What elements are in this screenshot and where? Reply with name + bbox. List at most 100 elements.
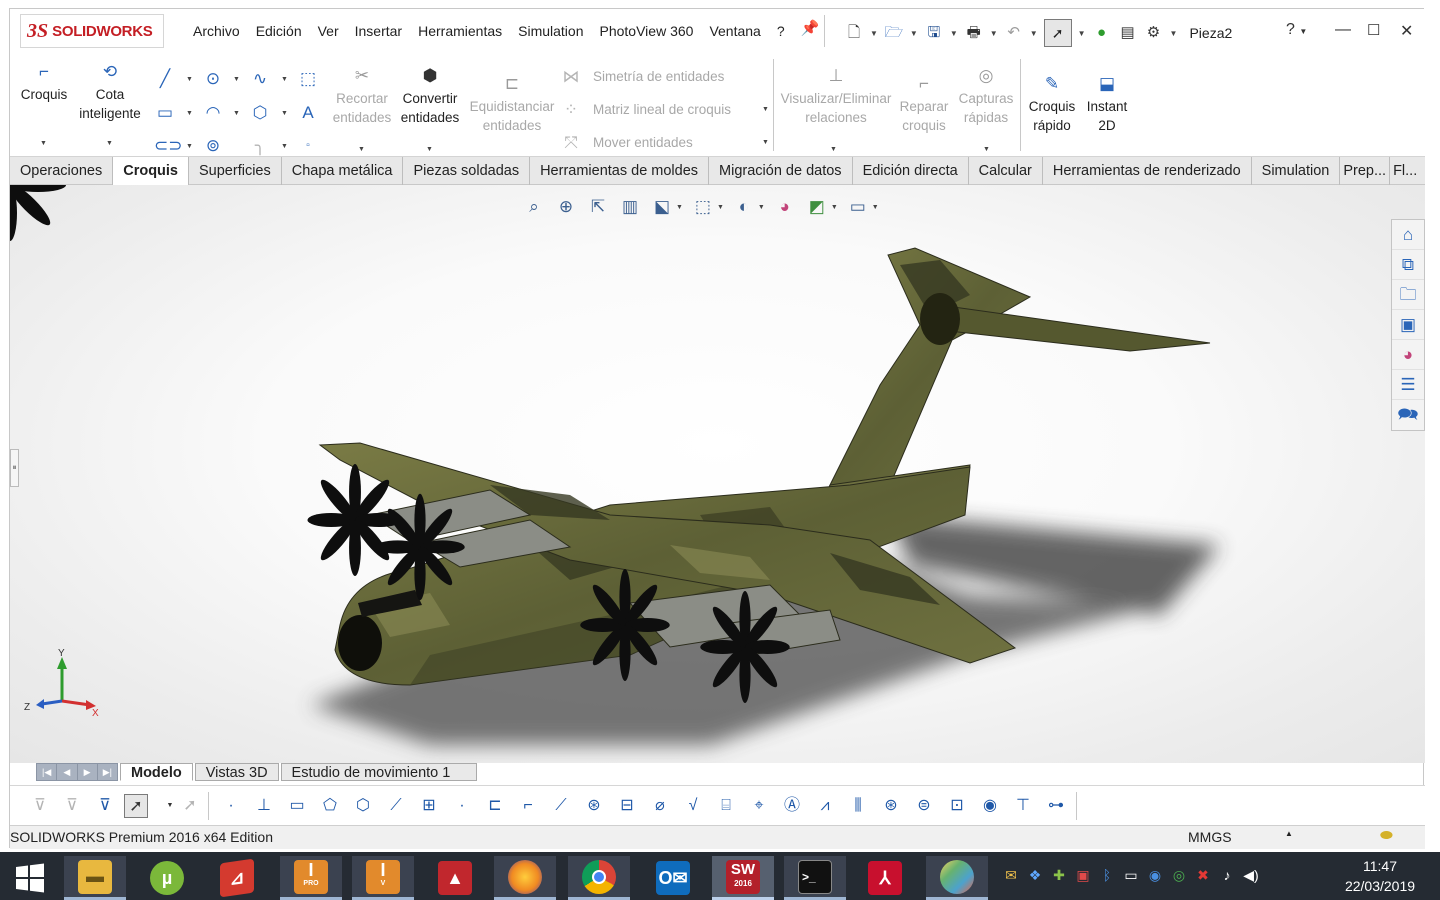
taskbar-inventor-view[interactable]: IV <box>352 856 414 900</box>
filter-datum-targets-icon[interactable]: ⩘ <box>813 794 837 818</box>
taskbar-file-explorer[interactable]: ▬ <box>64 856 126 900</box>
chevron-down-icon[interactable]: ▼ <box>758 204 765 211</box>
filter-planes-icon[interactable]: ⊞ <box>417 794 441 818</box>
filter-cosmetic-threads-icon[interactable]: ⫼ <box>846 794 870 818</box>
chevron-up-icon[interactable]: ▲ <box>1285 829 1293 838</box>
tab-piezas-soldadas[interactable]: Piezas soldadas <box>403 157 531 185</box>
graphics-area[interactable] <box>0 129 1425 763</box>
line-icon[interactable]: ╱ <box>154 68 176 90</box>
section-view-icon[interactable]: ▥ <box>618 196 642 218</box>
taskbar-solidworks[interactable]: SW 2016 <box>712 856 774 900</box>
chevron-down-icon[interactable]: ▼ <box>426 146 433 153</box>
solidworks-resource-icon[interactable]: ▣ <box>1074 866 1092 884</box>
select-arrow-icon[interactable]: ➚ <box>124 794 148 818</box>
tag-icon[interactable]: ⬬ <box>1380 827 1393 844</box>
apply-scene-icon[interactable]: ◩ <box>805 196 829 218</box>
view-orientation-icon[interactable]: ⬕ <box>650 196 674 218</box>
speaker-icon[interactable]: ◀) <box>1242 866 1260 884</box>
chevron-down-icon[interactable]: ▼ <box>358 146 365 153</box>
fillet-icon[interactable]: ╮ <box>249 135 271 157</box>
filter-datum-features-icon[interactable]: ⌖ <box>747 794 771 818</box>
menu-simulation[interactable]: Simulation <box>510 23 591 39</box>
network-icon[interactable]: ▭ <box>1122 866 1140 884</box>
arc-icon[interactable]: ◠ <box>202 102 224 124</box>
point-icon[interactable]: ▫ <box>297 135 319 157</box>
circle-icon[interactable]: ⊙ <box>202 68 224 90</box>
bluetooth-icon[interactable]: ᛒ <box>1098 866 1116 884</box>
filter-vertices-icon[interactable]: · <box>219 794 243 818</box>
minimize-button[interactable]: — <box>1335 21 1351 39</box>
chevron-down-icon[interactable]: ▼ <box>990 29 998 38</box>
chevron-down-icon[interactable]: ▼ <box>281 143 288 150</box>
filter-axes-icon[interactable]: ⟋ <box>384 794 408 818</box>
zoom-to-fit-icon[interactable]: ⌕ <box>522 196 546 218</box>
chevron-down-icon[interactable]: ▼ <box>186 110 193 117</box>
menu-photoview[interactable]: PhotoView 360 <box>592 23 702 39</box>
smart-dimension-button[interactable]: ⟲ Cota inteligente <box>74 61 146 123</box>
menu-ver[interactable]: Ver <box>310 23 347 39</box>
taskbar-chrome[interactable] <box>568 856 630 900</box>
polygon-icon[interactable]: ⬡ <box>249 102 271 124</box>
design-library-icon[interactable]: ⧉ <box>1392 250 1424 280</box>
offset-entities-button[interactable]: ⊏ Equidistanciar entidades <box>466 73 558 135</box>
filter-weld-beads-icon[interactable]: ⊶ <box>1044 794 1068 818</box>
previous-view-icon[interactable]: ⇱ <box>586 196 610 218</box>
tab-flow[interactable]: Fl... <box>1390 157 1420 185</box>
plus-icon[interactable]: ✚ <box>1050 866 1068 884</box>
spline-icon[interactable]: ∿ <box>249 68 271 90</box>
chevron-down-icon[interactable]: ▼ <box>762 139 769 146</box>
chevron-down-icon[interactable]: ▼ <box>40 140 47 147</box>
acrobat-tray-icon[interactable]: ✖ <box>1194 866 1212 884</box>
appearances-icon[interactable]: ◕ <box>1392 340 1424 370</box>
linear-pattern-button[interactable]: Matriz lineal de croquis <box>593 102 731 117</box>
forum-icon[interactable]: 🗪 <box>1392 400 1424 430</box>
filter-sketch-points-icon[interactable]: ∙ <box>450 794 474 818</box>
quick-snaps-button[interactable]: ◎ Capturas rápidas <box>956 65 1016 127</box>
filter-mid-surfaces-icon[interactable]: ⊤ <box>1011 794 1035 818</box>
rectangle-icon[interactable]: ▭ <box>154 102 176 124</box>
tab-migracion-datos[interactable]: Migración de datos <box>709 157 853 185</box>
chevron-down-icon[interactable]: ▼ <box>762 106 769 113</box>
pin-menu[interactable]: 📌 <box>800 19 820 39</box>
filter-notes-icon[interactable]: ⌸ <box>714 794 738 818</box>
instant-2d-button[interactable]: ⬓ Instant 2D <box>1082 73 1132 135</box>
close-button[interactable]: ✕ <box>1400 21 1413 41</box>
filter-center-marks-icon[interactable]: ⟋ <box>549 794 573 818</box>
chevron-down-icon[interactable]: ▼ <box>717 204 724 211</box>
next-tab-icon[interactable]: ▶ <box>77 764 97 780</box>
filter-surface-bodies-icon[interactable]: ⬠ <box>318 794 342 818</box>
menu-help[interactable]: ? <box>769 23 793 39</box>
view-settings-icon[interactable]: ▭ <box>846 196 870 218</box>
filter-weld-symbols-icon[interactable]: Ⓐ <box>780 794 804 818</box>
airplane-model[interactable] <box>0 129 1425 763</box>
open-folder-icon[interactable]: 🗁 <box>884 23 904 43</box>
taskbar-command-prompt[interactable]: >_ <box>784 856 846 900</box>
toggle-filter-icon[interactable]: ⊽ <box>60 794 84 818</box>
select-tool-button[interactable]: ➚ <box>1043 19 1072 47</box>
chrome-tray-icon[interactable]: ◎ <box>1170 866 1188 884</box>
filter-routing-points-icon[interactable]: ◉ <box>978 794 1002 818</box>
chevron-down-icon[interactable]: ▼ <box>1030 29 1038 38</box>
file-explorer-icon[interactable]: 🗀 <box>1392 280 1424 310</box>
chevron-down-icon[interactable]: ▼ <box>186 143 193 150</box>
menu-insertar[interactable]: Insertar <box>347 23 410 39</box>
display-style-icon[interactable]: ⬚ <box>691 196 715 218</box>
outlook-tray-icon[interactable]: ◉ <box>1146 866 1164 884</box>
tab-croquis[interactable]: Croquis <box>113 157 189 186</box>
tab-operaciones[interactable]: Operaciones <box>10 157 114 185</box>
tab-simulation[interactable]: Simulation <box>1252 157 1341 185</box>
volume-icon[interactable]: ♪ <box>1218 866 1236 884</box>
rebuild-traffic-light-icon[interactable]: ● <box>1092 23 1112 43</box>
selection-filter-icon[interactable]: ⊽ <box>28 794 52 818</box>
chevron-down-icon[interactable]: ▼ <box>186 76 193 83</box>
chevron-down-icon[interactable]: ▼ <box>1078 29 1086 38</box>
edit-appearance-icon[interactable]: ◕ <box>773 196 797 218</box>
mail-icon[interactable]: ✉ <box>1002 866 1020 884</box>
display-delete-relations-button[interactable]: ⊥ Visualizar/Eliminar relaciones <box>776 65 896 127</box>
tab-chapa-metalica[interactable]: Chapa metálica <box>282 157 404 185</box>
tab-prep[interactable]: Prep... <box>1340 157 1391 185</box>
convert-entities-button[interactable]: ⬢ Convertir entidades <box>396 65 464 127</box>
menu-archivo[interactable]: Archivo <box>185 23 248 39</box>
unit-system[interactable]: MMGS <box>1188 829 1232 845</box>
maximize-button[interactable]: ☐ <box>1367 21 1380 39</box>
